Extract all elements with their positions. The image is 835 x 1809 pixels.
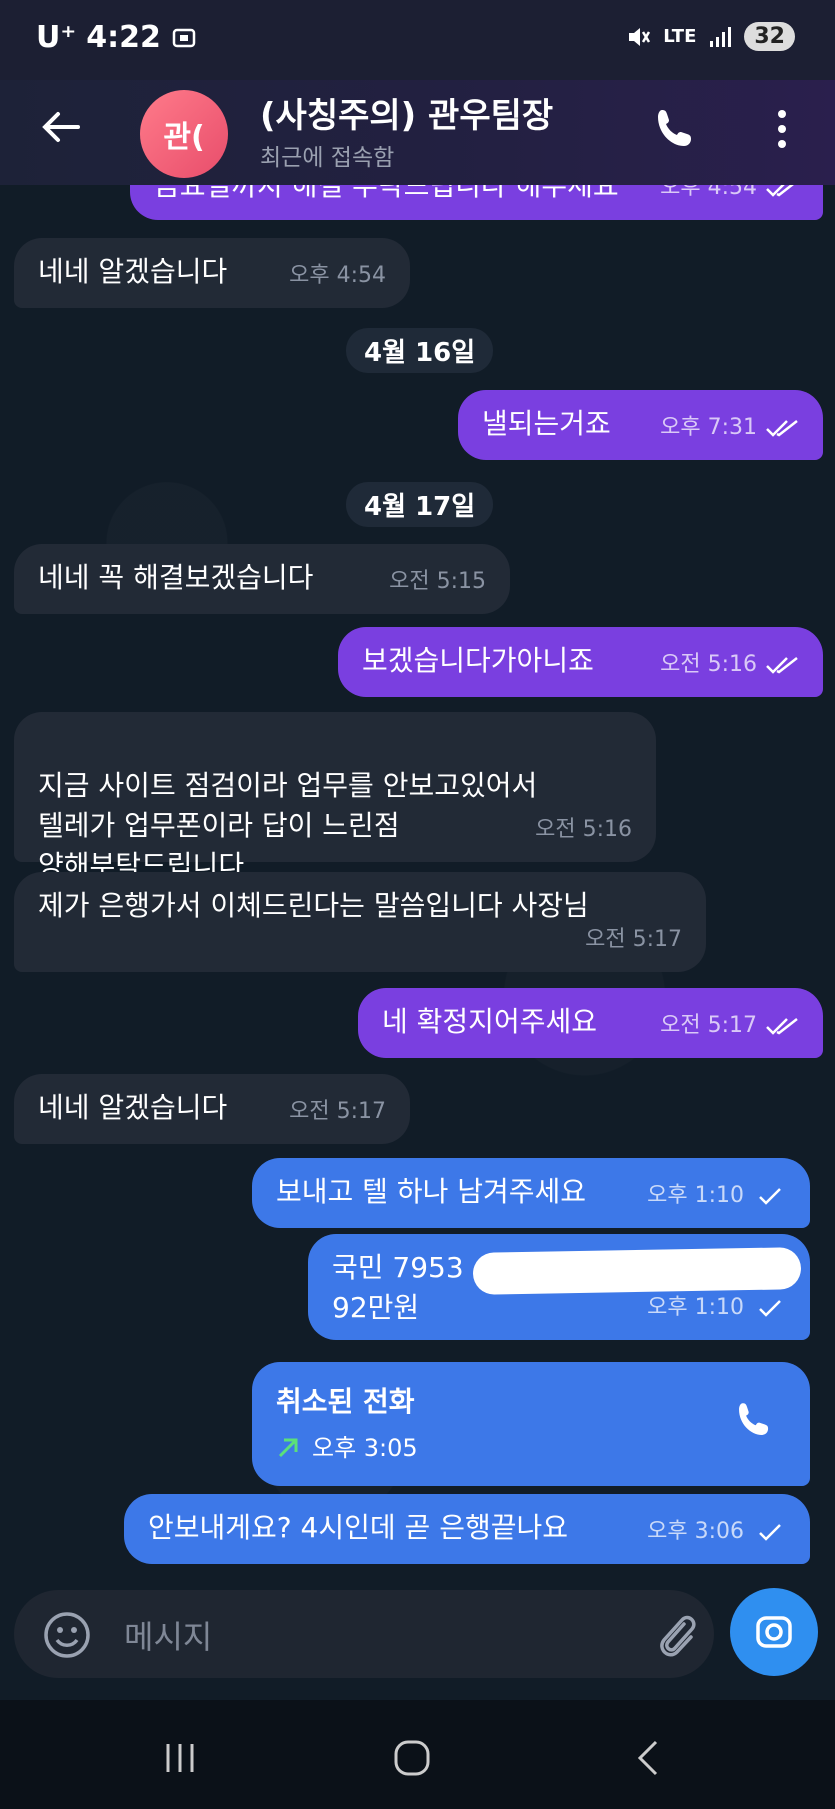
system-nav-bar: [0, 1700, 835, 1809]
message-time: 오전 5:16: [535, 817, 632, 842]
message-time: 오후 1:10: [647, 1295, 744, 1320]
screenshot-icon: [172, 28, 196, 47]
message-text: 낼되는거죠: [482, 407, 611, 440]
camera-icon: [756, 1616, 792, 1648]
message-text: 네네 알겠습니다: [38, 255, 228, 288]
avatar[interactable]: 관(: [140, 90, 228, 178]
message-outgoing[interactable]: 보내고 텔 하나 남겨주세요 오후 1:10: [252, 1158, 810, 1228]
message-incoming[interactable]: 네네 알겠습니다 오전 5:17: [14, 1074, 410, 1144]
date-separator: 4월 16일: [346, 328, 494, 373]
message-outgoing[interactable]: 국민 7953 92만원 오후 1:10: [308, 1234, 810, 1340]
outgoing-arrow-icon: [278, 1438, 298, 1458]
message-outgoing[interactable]: 보겠습니다가아니죠 오전 5:16: [338, 627, 823, 697]
chat-header: 관( (사칭주의) 관우팀장 최근에 접속함: [0, 80, 835, 185]
message-time: 오전 5:17: [289, 1099, 386, 1124]
double-check-icon: [766, 657, 798, 674]
status-bar: U⁺ 4:22 LTE 32: [0, 0, 835, 80]
check-icon: [759, 1300, 781, 1317]
signal-icon: [710, 26, 732, 47]
mute-icon: [629, 27, 651, 46]
check-icon: [759, 1524, 781, 1541]
message-time: 오후 1:10: [647, 1183, 744, 1208]
carrier-label: U⁺: [36, 20, 77, 55]
back-nav-icon[interactable]: [630, 1738, 670, 1778]
phone-icon[interactable]: [732, 1398, 776, 1442]
avatar-text: 관(: [163, 120, 205, 155]
message-time: 오전 5:17: [585, 927, 682, 952]
message-text: 네네 꼭 해결보겠습니다: [38, 561, 314, 594]
message-outgoing[interactable]: 낼되는거죠 오후 7:31: [458, 390, 823, 460]
back-arrow-icon[interactable]: [36, 102, 86, 152]
paperclip-icon[interactable]: [654, 1610, 698, 1660]
message-time: 오후 4:54: [289, 263, 386, 288]
clock: 4:22: [86, 20, 161, 55]
message-composer: 메시지: [14, 1590, 714, 1678]
contact-name[interactable]: (사칭주의) 관우팀장: [260, 88, 553, 137]
battery-indicator: 32: [744, 22, 795, 51]
message-time: 오후 7:31: [660, 415, 757, 440]
message-incoming[interactable]: 네네 꼭 해결보겠습니다 오전 5:15: [14, 544, 510, 614]
message-incoming[interactable]: 지금 사이트 점검이라 업무를 안보고있어서 텔레가 업무폰이라 답이 느린점 …: [14, 712, 656, 882]
home-icon[interactable]: [392, 1738, 432, 1778]
message-time: 오전 5:17: [660, 1013, 757, 1038]
message-text: 네네 알겠습니다: [38, 1091, 228, 1124]
emoji-icon[interactable]: [42, 1610, 92, 1660]
recent-apps-icon[interactable]: [160, 1738, 200, 1778]
message-text: 보내고 텔 하나 남겨주세요: [276, 1175, 587, 1208]
double-check-icon: [766, 420, 798, 437]
message-time: 오전 5:16: [660, 652, 757, 677]
phone-icon[interactable]: [650, 104, 700, 154]
message-input[interactable]: 메시지: [124, 1612, 212, 1658]
message-outgoing[interactable]: 안보내게요? 4시인데 곧 은행끝나요 오후 3:06: [124, 1494, 810, 1564]
contact-status: 최근에 접속함: [260, 145, 395, 171]
camera-button[interactable]: [730, 1588, 818, 1676]
check-icon: [759, 1188, 781, 1205]
message-outgoing[interactable]: 네 확정지어주세요 오전 5:17: [358, 988, 823, 1058]
call-time: 오후 3:05: [312, 1434, 418, 1462]
date-separator: 4월 17일: [346, 482, 494, 527]
message-text: 안보내게요? 4시인데 곧 은행끝나요: [148, 1511, 569, 1544]
message-incoming[interactable]: 제가 은행가서 이체드린다는 말씀입니다 사장님 오전 5:17: [14, 872, 706, 972]
message-text: 네 확정지어주세요: [382, 1005, 597, 1038]
call-message[interactable]: 취소된 전화 오후 3:05: [252, 1362, 810, 1486]
message-time: 오전 5:15: [389, 569, 486, 594]
more-vert-icon[interactable]: [770, 104, 794, 154]
double-check-icon: [766, 1018, 798, 1035]
network-label: LTE: [663, 26, 697, 47]
message-time: 오후 3:06: [647, 1519, 744, 1544]
call-title: 취소된 전화: [276, 1385, 415, 1418]
message-text: 보겠습니다가아니죠: [362, 644, 594, 677]
message-text: 제가 은행가서 이체드린다는 말씀입니다 사장님: [38, 889, 589, 922]
message-incoming[interactable]: 네네 알겠습니다 오후 4:54: [14, 238, 410, 308]
